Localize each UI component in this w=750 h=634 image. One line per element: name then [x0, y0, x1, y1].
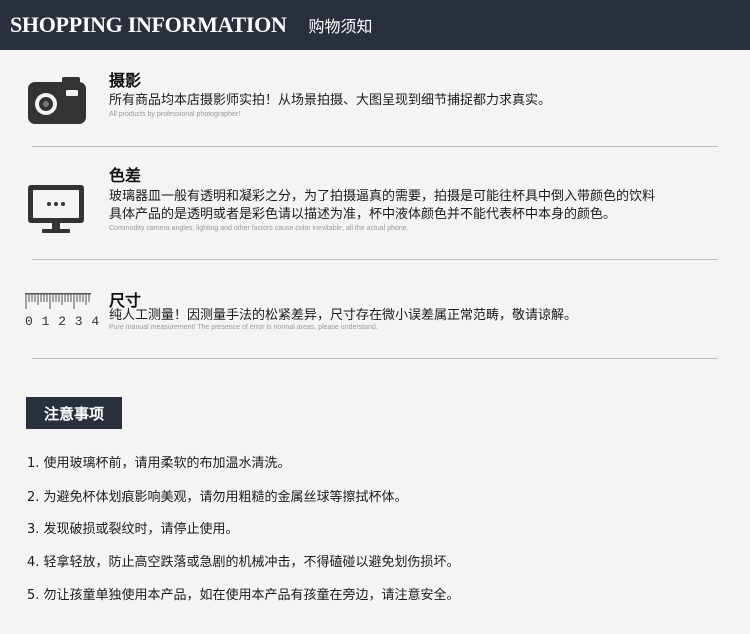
ruler-digits: 0 1 2 3 4: [25, 314, 100, 329]
section-text: 具体产品的是透明或者是彩色请以描述为准，杯中液体颜色并不能代表杯中本身的颜色。: [109, 207, 617, 222]
section-note-en: Commodity camera angles, lighting and ot…: [109, 225, 409, 232]
section-text: 所有商品均本店摄影师实拍！从场景拍摄、大图呈现到细节捕捉都力求真实。: [109, 93, 552, 108]
header-bar: SHOPPING INFORMATION 购物须知: [0, 0, 750, 50]
divider: [32, 358, 718, 359]
section-note-en: All products by professional photographe…: [109, 111, 241, 118]
section-title: 色差: [109, 166, 142, 185]
notice-item: 2. 为避免杯体划痕影响美观，请勿用粗糙的金属丝球等擦拭杯体。: [27, 490, 408, 505]
notice-item: 3. 发现破损或裂纹时，请停止使用。: [27, 522, 239, 537]
monitor-icon: [27, 184, 85, 240]
section-title: 摄影: [109, 71, 142, 90]
divider: [32, 259, 718, 260]
header-title-cn: 购物须知: [308, 17, 373, 36]
divider: [32, 146, 718, 147]
notice-item: 1. 使用玻璃杯前，请用柔软的布加温水清洗。: [27, 456, 291, 471]
notice-title: 注意事项: [26, 397, 122, 429]
notice-item: 4. 轻拿轻放，防止高空跌落或急剧的机械冲击，不得磕碰以避免划伤损坏。: [27, 555, 460, 570]
section-text: 纯人工测量！因测量手法的松紧差异，尺寸存在微小误差属正常范畴，敬请谅解。: [109, 308, 578, 323]
header-title-en: SHOPPING INFORMATION: [10, 12, 287, 37]
section-text: 玻璃器皿一般有透明和凝彩之分，为了拍摄逼真的需要，拍摄是可能往杯具中倒入带颜色的…: [109, 189, 656, 204]
camera-icon: [26, 76, 88, 130]
section-note-en: Pure manual measurement! The presence of…: [109, 324, 378, 331]
ruler-icon: 0 1 2 3 4: [25, 293, 99, 331]
notice-item: 5. 勿让孩童单独使用本产品，如在使用本产品有孩童在旁边，请注意安全。: [27, 588, 460, 603]
